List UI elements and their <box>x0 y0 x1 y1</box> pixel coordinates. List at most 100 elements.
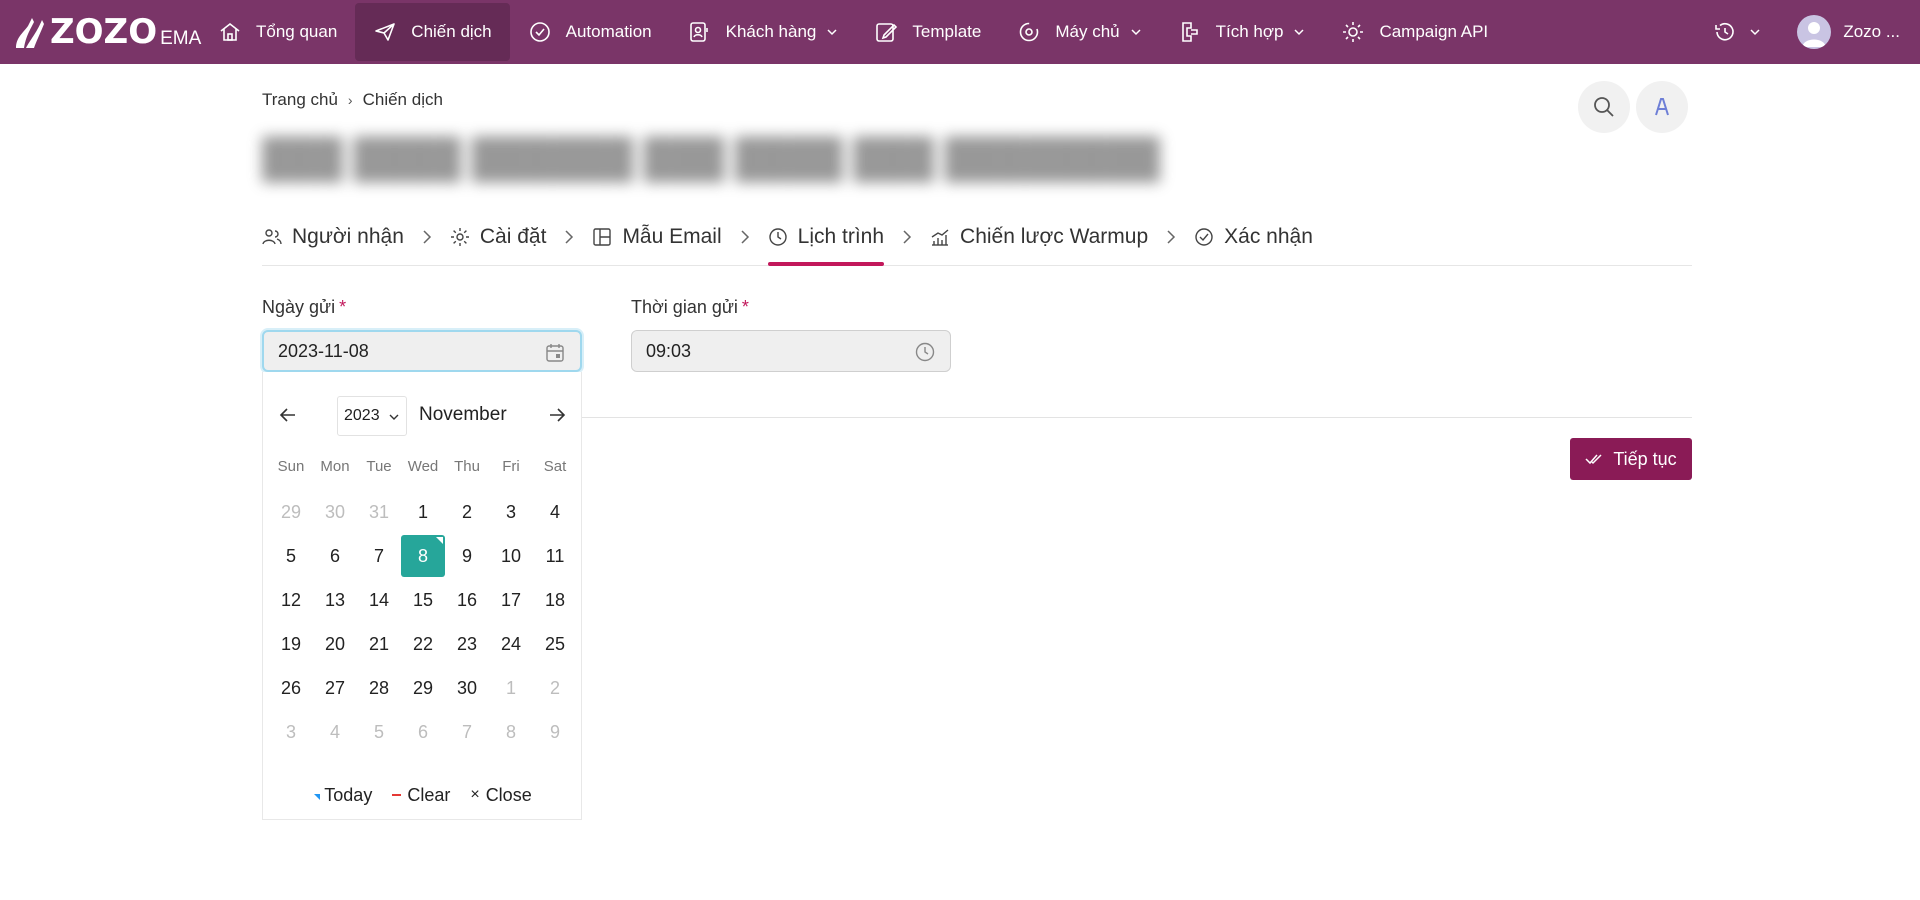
badge-check-icon <box>529 22 550 42</box>
calendar-day[interactable]: 27 <box>313 667 357 709</box>
nav-item-automation[interactable]: Automation <box>510 3 670 61</box>
history-dropdown[interactable] <box>1713 20 1761 44</box>
calendar-day[interactable]: 23 <box>445 623 489 665</box>
step-label: Người nhận <box>292 225 404 248</box>
nav-item-template[interactable]: Template <box>856 3 999 61</box>
calendar-day[interactable]: 19 <box>269 623 313 665</box>
continue-button[interactable]: Tiếp tục <box>1570 438 1692 480</box>
step-label: Lịch trình <box>797 225 885 248</box>
calendar-icon[interactable] <box>544 342 566 364</box>
calendar-day[interactable]: 7 <box>445 711 489 753</box>
calendar-day[interactable]: 21 <box>357 623 401 665</box>
year-select[interactable]: 2023 <box>337 396 407 436</box>
calendar-day[interactable]: 29 <box>401 667 445 709</box>
step-lich-trinh[interactable]: Lịch trình <box>767 222 885 266</box>
calendar-day[interactable]: 30 <box>313 491 357 533</box>
calendar-day[interactable]: 6 <box>401 711 445 753</box>
calendar-day[interactable]: 9 <box>533 711 577 753</box>
step-cai-dat[interactable]: Cài đặt <box>450 222 546 252</box>
nav-item-tong-quan[interactable]: Tổng quan <box>200 3 355 61</box>
logo-suffix: EMA <box>160 28 202 49</box>
calendar-day[interactable]: 2 <box>445 491 489 533</box>
nav-label: Automation <box>565 22 652 41</box>
calendar-day[interactable]: 22 <box>401 623 445 665</box>
calendar-day[interactable]: 3 <box>489 491 533 533</box>
close-button[interactable]: × Close <box>470 785 531 806</box>
step-separator <box>404 222 450 252</box>
calendar-day[interactable]: 29 <box>269 491 313 533</box>
calendar-day[interactable]: 18 <box>533 579 577 621</box>
avatar <box>1797 15 1832 49</box>
next-month-arrow-icon[interactable] <box>546 404 568 426</box>
breadcrumb-current: Chiến dịch <box>362 90 443 109</box>
main-nav: Tổng quan Chiến dịch Automation Khách hà… <box>200 0 1506 64</box>
step-xac-nhan[interactable]: Xác nhận <box>1194 222 1313 252</box>
calendar-day[interactable]: 24 <box>489 623 533 665</box>
ai-assistant-button[interactable] <box>1636 81 1688 133</box>
continue-button-label: Tiếp tục <box>1613 448 1677 469</box>
gear-icon <box>450 228 469 246</box>
step-mau-email[interactable]: Mẫu Email <box>592 222 722 252</box>
clock-icon <box>768 228 787 246</box>
nav-item-may-chu[interactable]: Máy chủ <box>999 3 1159 61</box>
calendar-day[interactable]: 13 <box>313 579 357 621</box>
calendar-day[interactable]: 31 <box>357 491 401 533</box>
calendar-day[interactable]: 10 <box>489 535 533 577</box>
calendar-day[interactable]: 14 <box>357 579 401 621</box>
calendar-day[interactable]: 11 <box>533 535 577 577</box>
calendar-day[interactable]: 1 <box>401 491 445 533</box>
calendar-day[interactable]: 3 <box>269 711 313 753</box>
wizard-steps: Người nhận Cài đặt Mẫu Email Lịch trình … <box>262 222 1692 266</box>
calendar-day[interactable]: 5 <box>269 535 313 577</box>
chevron-down-icon <box>1294 29 1304 36</box>
calendar-day[interactable]: 16 <box>445 579 489 621</box>
calendar-day[interactable]: 26 <box>269 667 313 709</box>
calendar-day[interactable]: 7 <box>357 535 401 577</box>
calendar-day[interactable]: 9 <box>445 535 489 577</box>
nav-item-khach-hang[interactable]: Khách hàng <box>670 3 857 61</box>
chevron-right-icon <box>741 230 749 244</box>
user-avatar-icon <box>1802 22 1827 47</box>
weekday-label: Tue <box>366 458 392 475</box>
calendar-day[interactable]: 17 <box>489 579 533 621</box>
layout-icon <box>593 228 612 246</box>
today-button[interactable]: Today <box>314 785 372 806</box>
user-menu[interactable]: Zozo ... <box>1797 15 1900 49</box>
contacts-icon <box>689 22 708 42</box>
zozo-ema-logo[interactable]: ZOZO EMA <box>12 10 201 54</box>
calendar-day[interactable]: 25 <box>533 623 577 665</box>
step-chien-luoc-warmup[interactable]: Chiến lược Warmup <box>930 222 1148 252</box>
calendar-day[interactable]: 6 <box>313 535 357 577</box>
chevron-down-icon <box>827 29 837 36</box>
step-nguoi-nhan[interactable]: Người nhận <box>262 222 404 252</box>
calendar-day-selected[interactable]: 8 <box>401 535 445 577</box>
nav-item-tich-hop[interactable]: Tích hợp <box>1160 3 1324 61</box>
nav-label: Khách hàng <box>725 22 817 41</box>
send-date-input[interactable]: 2023-11-08 <box>262 330 582 372</box>
breadcrumb-separator-icon: › <box>347 92 353 108</box>
calendar-day[interactable]: 15 <box>401 579 445 621</box>
breadcrumb-home[interactable]: Trang chủ <box>262 90 338 110</box>
calendar-day[interactable]: 4 <box>533 491 577 533</box>
calendar-day[interactable]: 20 <box>313 623 357 665</box>
prev-month-arrow-icon[interactable] <box>277 404 299 426</box>
calendar-day[interactable]: 5 <box>357 711 401 753</box>
calendar-day[interactable]: 2 <box>533 667 577 709</box>
calendar-day[interactable]: 28 <box>357 667 401 709</box>
nav-label: Template <box>912 22 982 41</box>
nav-item-campaign-api[interactable]: Campaign API <box>1323 3 1506 61</box>
nav-item-chien-dich[interactable]: Chiến dịch <box>355 3 510 61</box>
clock-icon[interactable] <box>914 341 936 363</box>
calendar-day[interactable]: 12 <box>269 579 313 621</box>
double-check-icon <box>1585 454 1602 465</box>
calendar-day[interactable]: 30 <box>445 667 489 709</box>
clear-button[interactable]: Clear <box>392 785 450 806</box>
calendar-day[interactable]: 1 <box>489 667 533 709</box>
required-mark: * <box>339 297 347 317</box>
search-button[interactable] <box>1578 81 1630 133</box>
user-name: Zozo ... <box>1843 22 1900 41</box>
users-icon <box>262 229 282 245</box>
send-time-input[interactable]: 09:03 <box>631 330 951 372</box>
calendar-day[interactable]: 4 <box>313 711 357 753</box>
calendar-day[interactable]: 8 <box>489 711 533 753</box>
